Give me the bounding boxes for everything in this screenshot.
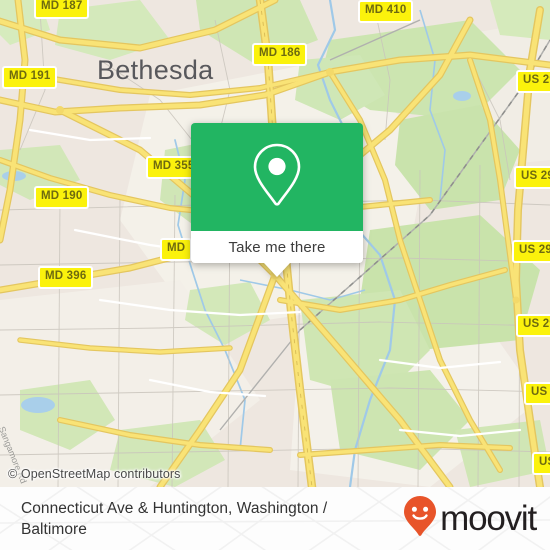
station-title: Connecticut Ave & Huntington, Washington… — [21, 499, 328, 538]
popup-header — [191, 123, 363, 231]
highway-shield[interactable]: US 29 — [524, 382, 550, 405]
highway-shield[interactable]: US 29 — [516, 70, 550, 93]
highway-shield[interactable]: MD 187 — [34, 0, 90, 19]
highway-shield[interactable]: MD 191 — [2, 66, 58, 89]
moovit-logo: moovit — [403, 495, 537, 542]
moovit-station-card: Bethesda Sangamore Rd MD 187 MD 191 MD 1… — [0, 0, 550, 550]
take-me-there-label: Take me there — [228, 238, 326, 256]
highway-shield[interactable]: MD 186 — [252, 43, 308, 66]
highway-shield[interactable]: MD 410 — [358, 0, 414, 23]
highway-shield[interactable]: US 29 — [516, 314, 550, 337]
station-popup[interactable]: Take me there — [191, 123, 363, 277]
popup-action-bar[interactable]: Take me there — [191, 231, 363, 277]
highway-shield[interactable]: MD — [160, 238, 193, 261]
popup-pointer-tail — [264, 263, 290, 277]
highway-shield[interactable]: MD 396 — [38, 266, 94, 289]
highway-shield[interactable]: US 29 — [514, 166, 550, 189]
map-canvas[interactable]: Bethesda Sangamore Rd MD 187 MD 191 MD 1… — [0, 0, 550, 487]
highway-shield[interactable]: US — [532, 452, 550, 475]
map-label-bethesda: Bethesda — [97, 55, 214, 85]
osm-attribution[interactable]: © OpenStreetMap contributors — [8, 467, 181, 481]
footer-bar: Connecticut Ave & Huntington, Washington… — [0, 487, 550, 550]
highway-shield[interactable]: US 29 — [512, 240, 550, 263]
moovit-smiley-pin-icon — [403, 495, 437, 542]
map-pin-icon — [249, 140, 305, 215]
moovit-wordmark: moovit — [440, 499, 537, 538]
highway-shield[interactable]: MD 190 — [34, 186, 90, 209]
